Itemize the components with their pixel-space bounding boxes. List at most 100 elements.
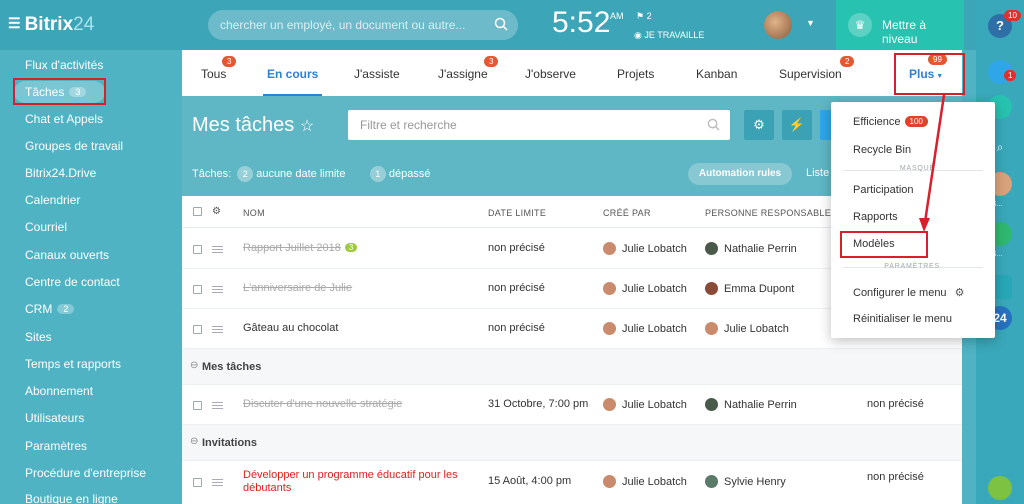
filter-input[interactable] — [360, 110, 690, 140]
group-header[interactable]: ⊖ Invitations — [182, 425, 962, 461]
sidebar-item-online-store[interactable]: Boutique en ligne — [25, 492, 118, 504]
flag-counter[interactable]: ⚑ 2 — [636, 11, 652, 22]
menu-icon[interactable] — [212, 402, 223, 409]
task-deadline[interactable]: 15 Août, 4:00 pm — [488, 475, 571, 487]
task-responsible[interactable]: Julie Lobatch — [724, 323, 789, 335]
task-name[interactable]: Gâteau au chocolat — [243, 322, 338, 334]
sidebar-item-activity[interactable]: Flux d'activités — [25, 58, 103, 72]
search-input[interactable] — [220, 10, 490, 40]
row-checkbox[interactable] — [193, 325, 202, 334]
tab-assigned[interactable]: J'assigne — [438, 67, 488, 81]
avatar — [603, 322, 616, 335]
sidebar-item-mail[interactable]: Courriel — [25, 220, 67, 234]
column-created-by[interactable]: CRÉÉ PAR — [603, 208, 651, 218]
task-creator[interactable]: Julie Lobatch — [622, 283, 687, 295]
task-responsible[interactable]: Sylvie Henry — [724, 476, 786, 488]
gear-icon[interactable]: ⚙ — [744, 110, 774, 140]
tab-supervision[interactable]: Supervision — [779, 67, 842, 81]
task-creator[interactable]: Julie Lobatch — [622, 399, 687, 411]
tab-kanban[interactable]: Kanban — [696, 67, 737, 81]
select-all-checkbox[interactable] — [193, 207, 202, 216]
task-name-line1[interactable]: Développer un programme éducatif pour le… — [243, 469, 458, 481]
task-name[interactable]: Discuter d'une nouvelle stratégie — [243, 398, 402, 410]
task-deadline[interactable]: 31 Octobre, 7:00 pm — [488, 398, 588, 410]
task-deadline[interactable]: non précisé — [488, 282, 545, 294]
sidebar-item-crm[interactable]: CRM 2 — [25, 302, 75, 316]
tab-projects[interactable]: Projets — [617, 67, 654, 81]
phone-icon[interactable] — [988, 476, 1012, 500]
task-name-line2[interactable]: débutants — [243, 482, 291, 494]
sidebar-item-sites[interactable]: Sites — [25, 330, 52, 344]
column-deadline[interactable]: DATE LIMITE — [488, 208, 546, 218]
lightning-icon[interactable]: ⚡ — [782, 110, 812, 140]
global-search[interactable] — [208, 10, 518, 40]
sidebar-item-users[interactable]: Utilisateurs — [25, 411, 84, 425]
bitrix-logo[interactable]: ☰ Bitrix24 — [8, 14, 94, 36]
user-avatar[interactable] — [764, 11, 792, 39]
menu-icon[interactable] — [212, 246, 223, 253]
section-settings: PARAMÈTRES — [884, 263, 940, 270]
search-icon[interactable] — [494, 17, 508, 31]
menu-icon[interactable] — [212, 326, 223, 333]
column-name[interactable]: NOM — [243, 208, 265, 218]
tab-observing[interactable]: J'observe — [525, 67, 576, 81]
tab-assisting[interactable]: J'assiste — [354, 67, 400, 81]
column-responsible[interactable]: PERSONNE RESPONSABLE — [705, 208, 831, 218]
gear-icon[interactable]: ⚙ — [212, 206, 221, 217]
counter-overdue[interactable]: 1 — [369, 166, 386, 182]
table-row[interactable]: Développer un programme éducatif pour le… — [182, 461, 962, 504]
sidebar-item-drive[interactable]: Bitrix24.Drive — [25, 166, 96, 180]
task-deadline[interactable]: non précisé — [488, 242, 545, 254]
work-status[interactable]: ◉ JE TRAVAILLE — [634, 30, 704, 41]
task-deadline[interactable]: non précisé — [488, 322, 545, 334]
sidebar-item-settings[interactable]: Paramètres — [25, 439, 87, 453]
view-list-toggle[interactable]: Liste — [806, 167, 829, 179]
sidebar-item-chat[interactable]: Chat et Appels — [25, 112, 103, 126]
upgrade-button[interactable]: ♛ Mettre à niveau — [836, 0, 964, 50]
menu-icon[interactable] — [212, 286, 223, 293]
task-creator[interactable]: Julie Lobatch — [622, 476, 687, 488]
tab-in-progress[interactable]: En cours — [262, 67, 323, 96]
group-header[interactable]: ⊖ Mes tâches — [182, 349, 962, 385]
menu-item-participation[interactable]: Participation — [853, 184, 914, 196]
menu-icon[interactable] — [212, 479, 223, 486]
collapse-icon[interactable]: ⊖ — [190, 436, 198, 447]
task-tabs: Tous 3 En cours J'assiste J'assigne 3 J'… — [182, 50, 962, 96]
sidebar-item-groups[interactable]: Groupes de travail — [25, 139, 123, 153]
sidebar-item-subscription[interactable]: Abonnement — [25, 384, 93, 398]
filter-search[interactable] — [348, 110, 730, 140]
collapse-icon[interactable]: ⊖ — [190, 360, 198, 371]
menu-item-reset[interactable]: Réinitialiser le menu — [853, 313, 952, 325]
clock-time[interactable]: 5:52 — [552, 6, 610, 40]
task-creator[interactable]: Julie Lobatch — [622, 323, 687, 335]
task-extra[interactable]: non précisé — [867, 398, 924, 410]
task-responsible[interactable]: Emma Dupont — [724, 283, 794, 295]
tab-all[interactable]: Tous — [201, 67, 226, 81]
hamburger-icon[interactable]: ☰ — [8, 15, 21, 31]
menu-item-recycle-bin[interactable]: Recycle Bin — [853, 144, 911, 156]
search-icon[interactable] — [707, 118, 720, 131]
sidebar-item-workflows[interactable]: Procédure d'entreprise — [25, 466, 146, 480]
task-extra[interactable]: non précisé — [867, 471, 924, 483]
menu-item-efficiency[interactable]: Efficience 100 — [853, 116, 928, 128]
star-icon[interactable]: ☆ — [300, 118, 314, 135]
task-name[interactable]: L'anniversaire de Julie — [243, 282, 352, 294]
task-responsible[interactable]: Nathalie Perrin — [724, 243, 797, 255]
row-checkbox[interactable] — [193, 401, 202, 410]
row-checkbox[interactable] — [193, 245, 202, 254]
sidebar-item-open-channels[interactable]: Canaux ouverts — [25, 248, 109, 262]
table-row[interactable]: Discuter d'une nouvelle stratégie 31 Oct… — [182, 385, 962, 425]
task-responsible[interactable]: Nathalie Perrin — [724, 399, 797, 411]
row-checkbox[interactable] — [193, 285, 202, 294]
counter-no-deadline[interactable]: 2 — [237, 166, 254, 182]
task-name[interactable]: Rapport Juillet 2018 3 — [243, 242, 358, 254]
menu-item-reports[interactable]: Rapports — [853, 211, 898, 223]
sidebar-item-time-reports[interactable]: Temps et rapports — [25, 357, 121, 371]
row-checkbox[interactable] — [193, 478, 202, 487]
sidebar-item-calendar[interactable]: Calendrier — [25, 193, 80, 207]
automation-rules-button[interactable]: Automation rules — [688, 163, 792, 185]
menu-item-configure[interactable]: Configurer le menu ⚙ — [853, 286, 964, 299]
task-creator[interactable]: Julie Lobatch — [622, 243, 687, 255]
sidebar-item-contact-center[interactable]: Centre de contact — [25, 275, 120, 289]
chevron-down-icon[interactable]: ▼ — [806, 18, 815, 28]
